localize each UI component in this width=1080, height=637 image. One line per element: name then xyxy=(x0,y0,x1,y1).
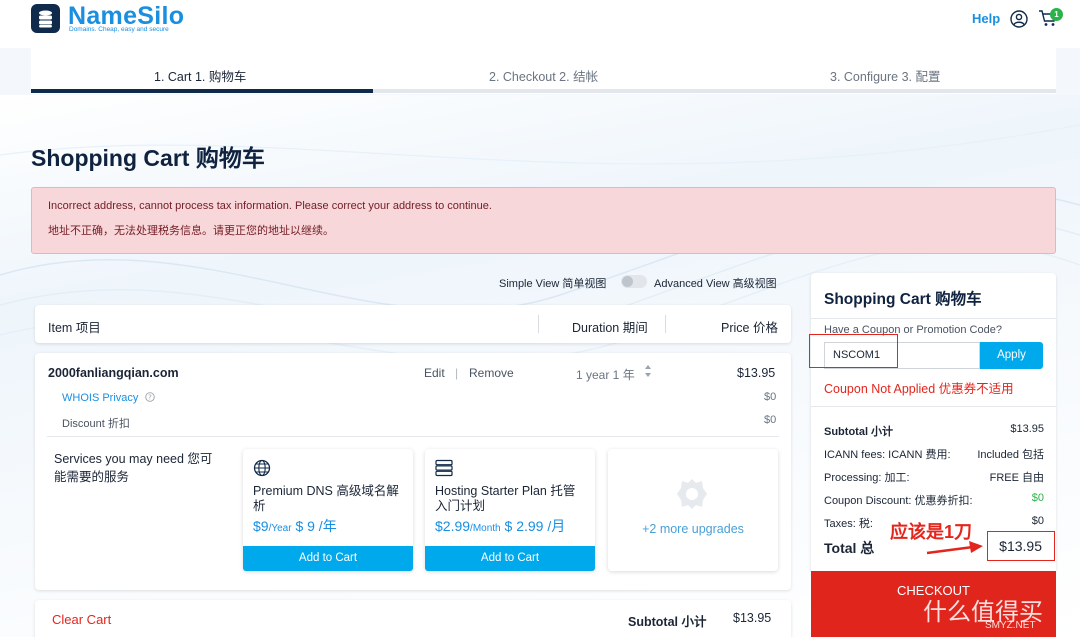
price-cn: $ 9 /年 xyxy=(295,518,337,534)
summary-row-subtotal: Subtotal 小计 $13.95 xyxy=(824,423,1044,439)
price-cn: $ 2.99 /月 xyxy=(504,518,566,534)
column-item: Item 项目 xyxy=(48,321,101,335)
row-value: $13.95 xyxy=(1010,423,1044,435)
premium-dns-price: $9/Year $ 9 /年 xyxy=(253,516,337,536)
services-heading: Services you may need 您可能需要的服务 xyxy=(54,452,213,484)
item-price: $13.95 xyxy=(737,366,776,380)
price-unit: /Month xyxy=(470,523,501,534)
apply-coupon-button[interactable]: Apply xyxy=(980,342,1043,369)
link-separator: | xyxy=(455,366,459,380)
user-icon[interactable] xyxy=(1010,10,1028,33)
cart-table-header: Item 项目 Duration 期间 Price 价格 xyxy=(35,305,791,343)
top-header: NameSilo Domains. Cheap, easy and secure… xyxy=(0,0,1080,48)
summary-row-coupon-discount: Coupon Discount: 优惠券折扣: $0 xyxy=(824,492,1044,508)
row-label: Coupon Discount: 优惠券折扣: xyxy=(824,495,973,507)
footer-subtotal-value: $13.95 xyxy=(733,611,772,625)
divider xyxy=(811,318,1056,319)
price-unit: /Year xyxy=(268,523,292,534)
more-upgrades-link[interactable]: +2 more upgrades xyxy=(608,522,778,536)
summary-row-icann: ICANN fees: ICANN 费用: Included 包括 xyxy=(824,446,1044,462)
add-to-cart-premium-dns-button[interactable]: Add to Cart xyxy=(243,546,413,571)
simple-view-label[interactable]: Simple View 简单视图 xyxy=(499,275,606,291)
clear-cart-link[interactable]: Clear Cart xyxy=(52,612,111,627)
price-value: $2.99 xyxy=(435,518,471,534)
hosting-title: Hosting Starter Plan 托管入门计划 xyxy=(435,484,576,513)
annotation-total-box xyxy=(987,531,1055,561)
step-checkout[interactable]: 2. Checkout 2. 结帐 xyxy=(489,66,598,85)
column-price: Price 价格 xyxy=(721,321,778,335)
globe-icon xyxy=(253,459,271,482)
row-label: Processing: 加工: xyxy=(824,472,910,484)
discount-price: $0 xyxy=(764,414,777,426)
coupon-not-applied-note: Coupon Not Applied 优惠券不适用 xyxy=(824,382,1014,396)
upgrade-card-premium-dns: Premium DNS 高级域名解析 $9/Year $ 9 /年 Add to… xyxy=(243,449,413,571)
row-value: $0 xyxy=(1031,515,1044,527)
steps-progress xyxy=(31,89,373,93)
edit-link[interactable]: Edit xyxy=(424,366,445,380)
duration-stepper-icon[interactable] xyxy=(644,363,652,382)
annotation-coupon-box xyxy=(809,334,898,368)
checkout-steps: 1. Cart 1. 购物车 2. Checkout 2. 结帐 3. Conf… xyxy=(31,48,1056,94)
svg-text:?: ? xyxy=(148,394,152,402)
row-value: Included 包括 xyxy=(977,449,1044,461)
alert-message-en: Incorrect address, cannot process tax in… xyxy=(48,200,492,212)
step-cart[interactable]: 1. Cart 1. 购物车 xyxy=(154,66,246,85)
summary-row-processing: Processing: 加工: FREE 自由 xyxy=(824,469,1044,485)
row-value: FREE 自由 xyxy=(989,472,1044,484)
column-divider xyxy=(665,315,666,333)
price-value: $9 xyxy=(253,518,269,534)
puzzle-icon xyxy=(675,477,709,516)
alert-message-cn: 地址不正确，无法处理税务信息。请更正您的地址以继续。 xyxy=(48,225,334,237)
row-label: Subtotal 小计 xyxy=(824,426,894,438)
row-label: ICANN fees: ICANN 费用: xyxy=(824,449,951,461)
logo-icon[interactable] xyxy=(31,4,60,33)
remove-link[interactable]: Remove xyxy=(469,366,514,380)
server-icon xyxy=(435,459,453,482)
watermark-url: SMYZ.NET xyxy=(985,620,1036,631)
duration-select[interactable]: 1 year 1 年 xyxy=(576,366,635,383)
error-alert: Incorrect address, cannot process tax in… xyxy=(31,187,1056,254)
cart-count-badge: 1 xyxy=(1050,8,1063,21)
hosting-price: $2.99/Month $ 2.99 /月 xyxy=(435,516,565,536)
page-title: Shopping Cart 购物车 xyxy=(31,145,265,171)
whois-price: $0 xyxy=(764,391,777,403)
advanced-view-label[interactable]: Advanced View 高级视图 xyxy=(654,275,777,291)
column-divider xyxy=(538,315,539,333)
column-duration: Duration 期间 xyxy=(572,321,648,335)
divider xyxy=(811,406,1056,407)
premium-dns-title: Premium DNS 高级域名解析 xyxy=(253,484,399,513)
discount-label: Discount 折扣 xyxy=(62,418,130,430)
add-to-cart-hosting-button[interactable]: Add to Cart xyxy=(425,546,595,571)
more-upgrades-card[interactable]: +2 more upgrades xyxy=(608,449,778,571)
row-label: Taxes: 税: xyxy=(824,518,873,530)
annotation-arrow-icon xyxy=(926,541,983,555)
toggle-knob xyxy=(622,276,633,287)
step-configure[interactable]: 3. Configure 3. 配置 xyxy=(830,66,940,85)
cart-footer: Clear Cart Subtotal 小计 $13.95 xyxy=(35,600,791,637)
view-toggle[interactable] xyxy=(621,275,647,288)
domain-name: 2000fanliangqian.com xyxy=(48,366,179,380)
help-link[interactable]: Help xyxy=(972,11,1000,26)
total-label: Total 总 xyxy=(824,540,875,556)
brand-tagline: Domains. Cheap, easy and secure xyxy=(69,26,169,33)
whois-privacy-link[interactable]: WHOIS Privacy xyxy=(62,392,138,404)
divider xyxy=(47,436,779,437)
summary-title: Shopping Cart 购物车 xyxy=(824,291,982,308)
cart-item-card: 2000fanliangqian.com Edit | Remove 1 yea… xyxy=(35,353,791,590)
footer-subtotal-label: Subtotal 小计 xyxy=(628,615,707,629)
upgrade-card-hosting: Hosting Starter Plan 托管入门计划 $2.99/Month … xyxy=(425,449,595,571)
row-value: $0 xyxy=(1031,492,1044,504)
info-icon[interactable]: ? xyxy=(145,391,155,405)
